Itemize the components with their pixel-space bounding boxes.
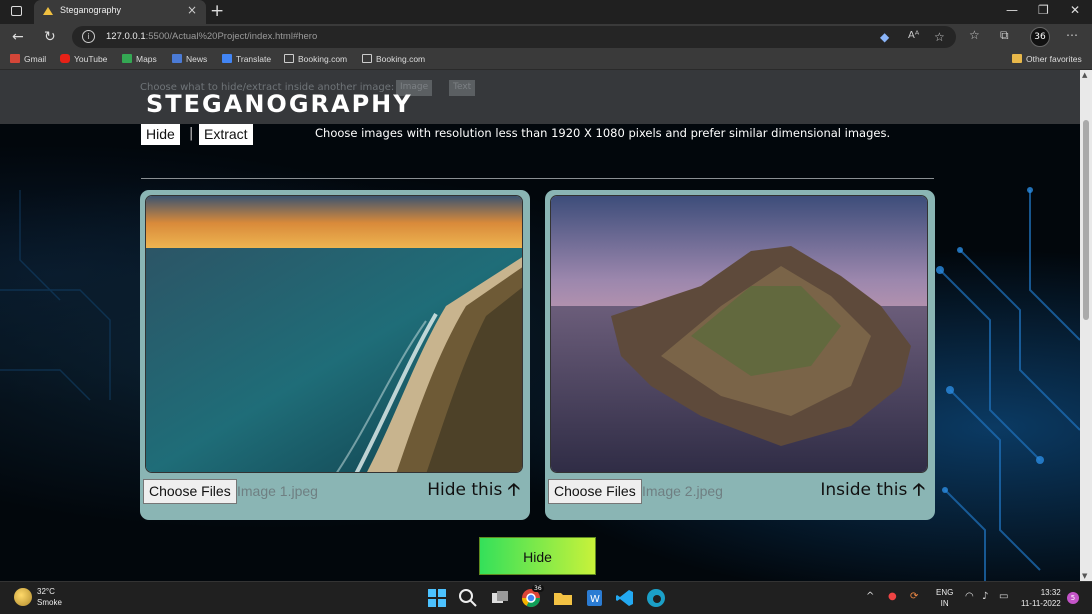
bookmark-gmail[interactable]: Gmail (10, 54, 46, 64)
bookmark-news[interactable]: News (172, 54, 207, 64)
battery-icon[interactable]: ▭ (999, 591, 1008, 602)
secret-image-card: Choose Files Image 1.jpeg Hide this 🡡 (140, 190, 530, 520)
read-aloud-icon[interactable]: Aᴬ (908, 30, 919, 41)
chrome-badge: 36 (532, 585, 544, 592)
scroll-up-icon[interactable]: ▲ (1082, 71, 1087, 79)
bookmark-youtube[interactable]: YouTube (60, 54, 107, 64)
favicon-icon (43, 7, 53, 15)
bookmarks-bar: Gmail YouTube Maps News Translate Bookin… (0, 50, 1092, 70)
file-2-name: Image 2.jpeg (642, 483, 723, 499)
cover-image-card: Choose Files Image 2.jpeg Inside this 🡡 (545, 190, 935, 520)
hide-mode-button[interactable]: Hide (141, 124, 180, 145)
mode-separator: | (189, 126, 194, 141)
file-1-name: Image 1.jpeg (237, 483, 318, 499)
address-bar-row: ← ↻ i 127.0.0.1:5500/Actual%20Project/in… (0, 24, 1092, 50)
notification-badge[interactable]: 5 (1067, 592, 1079, 604)
text-option-button[interactable]: Text (449, 80, 476, 96)
tab-actions-icon[interactable] (11, 6, 22, 16)
url-field[interactable]: i 127.0.0.1:5500/Actual%20Project/index.… (72, 26, 956, 48)
choose-file-2-button[interactable]: Choose Files (548, 479, 642, 504)
language-indicator[interactable]: ENG IN (936, 587, 953, 609)
arrow-up-icon: 🡡 (912, 480, 925, 500)
other-favorites[interactable]: Other favorites (1012, 54, 1082, 64)
divider (141, 178, 934, 179)
search-icon[interactable] (458, 588, 478, 608)
svg-text:W: W (590, 594, 600, 605)
start-icon[interactable] (427, 588, 447, 608)
scroll-down-icon[interactable]: ▼ (1082, 572, 1087, 580)
bookmark-booking-1[interactable]: Booking.com (284, 54, 347, 64)
resolution-note: Choose images with resolution less than … (315, 126, 891, 140)
bookmark-maps[interactable]: Maps (122, 54, 157, 64)
site-header: Choose what to hide/extract inside anoth… (0, 70, 1080, 124)
browser-tab[interactable]: Steganography × (34, 0, 206, 24)
close-window-icon[interactable]: ✕ (1070, 3, 1080, 17)
bookmark-translate[interactable]: Translate (222, 54, 271, 64)
browser-tab-bar: Steganography × + — ❐ ✕ (0, 0, 1092, 24)
tab-title: Steganography (60, 5, 122, 15)
app-tray-icon[interactable]: ● (888, 591, 897, 602)
back-icon[interactable]: ← (12, 28, 24, 46)
vscode-icon[interactable] (615, 588, 635, 608)
scroll-thumb[interactable] (1083, 120, 1089, 320)
collections-icon[interactable]: ⧉ (1000, 28, 1009, 43)
bookmark-booking-2[interactable]: Booking.com (362, 54, 425, 64)
shopping-tag-icon[interactable]: ◆ (880, 30, 889, 44)
system-clock[interactable]: 13:32 11-11-2022 (1021, 587, 1061, 609)
weather-widget[interactable]: 32°C Smoke (37, 586, 62, 608)
arrow-up-icon: 🡡 (507, 480, 520, 500)
site-info-icon[interactable]: i (82, 30, 95, 43)
file-explorer-icon[interactable] (553, 588, 573, 608)
favorites-icon[interactable]: ☆ (969, 28, 980, 42)
web-page: Choose what to hide/extract inside anoth… (0, 70, 1080, 581)
site-logo[interactable]: STEGANOGRAPHY (146, 90, 413, 118)
new-tab-icon[interactable]: + (210, 1, 224, 21)
edge-icon[interactable] (646, 588, 666, 608)
profile-avatar[interactable]: 36 (1030, 27, 1050, 47)
wifi-icon[interactable]: ◠ (965, 591, 974, 602)
inside-this-label: Inside this 🡡 (820, 480, 925, 500)
windows-taskbar: 32°C Smoke 36 W ^ ● ⟳ ENG IN ◠ ♪ ▭ 13:32… (0, 581, 1092, 614)
choose-file-1-button[interactable]: Choose Files (143, 479, 237, 504)
secret-image-preview (145, 195, 523, 473)
weather-icon[interactable] (14, 588, 32, 606)
hide-this-label: Hide this 🡡 (427, 480, 520, 500)
page-scrollbar[interactable]: ▲ ▼ (1080, 70, 1092, 581)
close-tab-icon[interactable]: × (187, 3, 197, 17)
restore-icon[interactable]: ❐ (1038, 3, 1049, 17)
minimize-icon[interactable]: — (1006, 3, 1018, 17)
task-view-icon[interactable] (490, 588, 510, 608)
update-tray-icon[interactable]: ⟳ (910, 591, 918, 602)
url-text: 127.0.0.1:5500/Actual%20Project/index.ht… (106, 31, 318, 42)
cover-image-preview (550, 195, 928, 473)
show-hidden-icons-icon[interactable]: ^ (866, 591, 874, 602)
word-icon[interactable]: W (584, 588, 604, 608)
more-menu-icon[interactable]: ⋯ (1066, 28, 1078, 42)
extract-mode-button[interactable]: Extract (199, 124, 253, 145)
refresh-icon[interactable]: ↻ (44, 28, 56, 46)
add-favorite-icon[interactable]: ☆ (934, 30, 945, 44)
volume-icon[interactable]: ♪ (982, 591, 988, 602)
hide-action-button[interactable]: Hide (479, 537, 596, 575)
